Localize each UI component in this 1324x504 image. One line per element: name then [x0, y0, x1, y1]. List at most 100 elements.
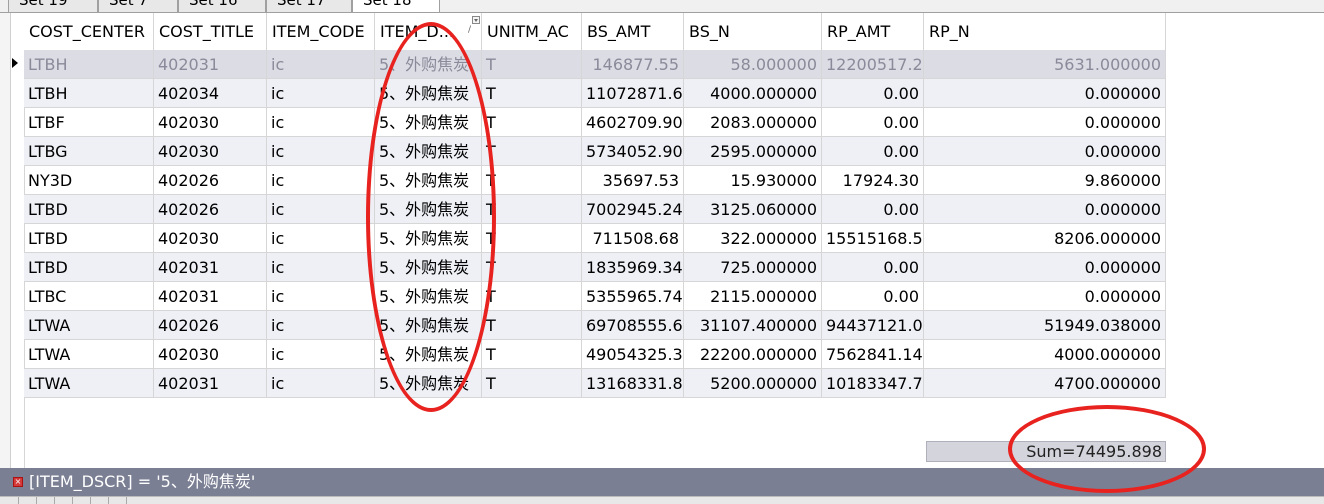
cell-bs-amt[interactable]: 13168331.84: [582, 369, 684, 398]
cell-cost-title[interactable]: 402034: [154, 79, 267, 108]
cell-cost-center[interactable]: LTBD: [24, 253, 154, 282]
cell-bs-n[interactable]: 2115.000000: [684, 282, 822, 311]
cell-rp-amt[interactable]: 0.00: [822, 108, 924, 137]
cell-bs-amt[interactable]: 711508.68: [582, 224, 684, 253]
cell-item-code[interactable]: ic: [267, 369, 375, 398]
table-row[interactable]: LTBD 402031 ic 5、外购焦炭 T 1835969.34 725.000000 0…: [24, 253, 1166, 282]
cell-item-code[interactable]: ic: [267, 253, 375, 282]
cell-rp-amt[interactable]: 0.00: [822, 79, 924, 108]
cell-cost-center[interactable]: LTWA: [24, 340, 154, 369]
filter-expression[interactable]: [ITEM_DSCR] = '5、外购焦炭': [29, 468, 255, 496]
cell-item-code[interactable]: ic: [267, 224, 375, 253]
cell-bs-amt[interactable]: 4602709.90: [582, 108, 684, 137]
cell-rp-n[interactable]: 4700.000000: [924, 369, 1166, 398]
cell-item-code[interactable]: ic: [267, 166, 375, 195]
cell-unitm-ac[interactable]: T: [482, 340, 582, 369]
cell-bs-amt[interactable]: 5734052.90: [582, 137, 684, 166]
cell-item-code[interactable]: ic: [267, 195, 375, 224]
cell-bs-amt[interactable]: 69708555.63: [582, 311, 684, 340]
cell-cost-center[interactable]: LTBH: [24, 79, 154, 108]
col-header-rp-amt[interactable]: RP_AMT: [822, 13, 924, 50]
cell-cost-title[interactable]: 402026: [154, 166, 267, 195]
cell-rp-amt[interactable]: 10183347.76: [822, 369, 924, 398]
close-icon[interactable]: ×: [13, 477, 23, 487]
cell-bs-n[interactable]: 2083.000000: [684, 108, 822, 137]
cell-item-code[interactable]: ic: [267, 311, 375, 340]
cell-bs-n[interactable]: 725.000000: [684, 253, 822, 282]
cell-unitm-ac[interactable]: T: [482, 108, 582, 137]
cell-bs-amt[interactable]: 7002945.24: [582, 195, 684, 224]
cell-unitm-ac[interactable]: T: [482, 79, 582, 108]
cell-cost-center[interactable]: LTBD: [24, 224, 154, 253]
cell-rp-amt[interactable]: 0.00: [822, 195, 924, 224]
cell-unitm-ac[interactable]: T: [482, 137, 582, 166]
table-row[interactable]: LTBF 402030 ic 5、外购焦炭 T 4602709.90 2083.000000…: [24, 108, 1166, 137]
cell-rp-amt[interactable]: 15515168.58: [822, 224, 924, 253]
tab-set-7[interactable]: Set 7: [98, 0, 178, 12]
cell-cost-title[interactable]: 402030: [154, 108, 267, 137]
cell-cost-title[interactable]: 402026: [154, 195, 267, 224]
cell-cost-center[interactable]: LTBF: [24, 108, 154, 137]
cell-bs-n[interactable]: 58.000000: [684, 50, 822, 79]
cell-cost-title[interactable]: 402030: [154, 340, 267, 369]
table-row[interactable]: LTBG 402030 ic 5、外购焦炭 T 5734052.90 2595.000000…: [24, 137, 1166, 166]
cell-bs-n[interactable]: 5200.000000: [684, 369, 822, 398]
cell-bs-amt[interactable]: 49054325.37: [582, 340, 684, 369]
cell-bs-amt[interactable]: 11072871.68: [582, 79, 684, 108]
cell-item-code[interactable]: ic: [267, 50, 375, 79]
cell-rp-n[interactable]: 9.860000: [924, 166, 1166, 195]
cell-rp-n[interactable]: 0.000000: [924, 195, 1166, 224]
cell-rp-n[interactable]: 0.000000: [924, 137, 1166, 166]
cell-bs-n[interactable]: 322.000000: [684, 224, 822, 253]
cell-rp-n[interactable]: 8206.000000: [924, 224, 1166, 253]
table-row[interactable]: NY3D 402026 ic 5、外购焦炭 T 35697.53 15.930000 1792…: [24, 166, 1166, 195]
table-row[interactable]: LTWA 402030 ic 5、外购焦炭 T 49054325.37 22200.0000…: [24, 340, 1166, 369]
tab-set-16[interactable]: Set 16: [178, 0, 266, 12]
cell-cost-center[interactable]: LTWA: [24, 369, 154, 398]
cell-cost-title[interactable]: 402026: [154, 311, 267, 340]
cell-cost-center[interactable]: LTBD: [24, 195, 154, 224]
cell-rp-amt[interactable]: 0.00: [822, 282, 924, 311]
col-header-item-code[interactable]: ITEM_CODE: [267, 13, 375, 50]
cell-cost-title[interactable]: 402030: [154, 137, 267, 166]
cell-unitm-ac[interactable]: T: [482, 195, 582, 224]
cell-rp-amt[interactable]: 7562841.14: [822, 340, 924, 369]
tab-set-18[interactable]: Set 18: [352, 0, 440, 12]
cell-rp-n[interactable]: 0.000000: [924, 253, 1166, 282]
table-row[interactable]: LTBH 402034 ic 5、外购焦炭 T 11072871.68 4000.00000…: [24, 79, 1166, 108]
cell-unitm-ac[interactable]: T: [482, 253, 582, 282]
cell-item-code[interactable]: ic: [267, 137, 375, 166]
cell-rp-amt[interactable]: 0.00: [822, 253, 924, 282]
cell-rp-amt[interactable]: 94437121.06: [822, 311, 924, 340]
cell-rp-n[interactable]: 5631.000000: [924, 50, 1166, 79]
table-row[interactable]: LTWA 402026 ic 5、外购焦炭 T 69708555.63 31107.4000…: [24, 311, 1166, 340]
cell-unitm-ac[interactable]: T: [482, 369, 582, 398]
filter-dropdown-icon[interactable]: [472, 16, 480, 24]
cell-cost-title[interactable]: 402031: [154, 282, 267, 311]
col-header-bs-n[interactable]: BS_N: [684, 13, 822, 50]
cell-rp-n[interactable]: 0.000000: [924, 79, 1166, 108]
table-row[interactable]: LTBC 402031 ic 5、外购焦炭 T 5355965.74 2115.000000…: [24, 282, 1166, 311]
table-row[interactable]: LTBD 402026 ic 5、外购焦炭 T 7002945.24 3125.060000…: [24, 195, 1166, 224]
cell-rp-n[interactable]: 0.000000: [924, 282, 1166, 311]
cell-bs-amt[interactable]: 146877.55: [582, 50, 684, 79]
cell-bs-n[interactable]: 4000.000000: [684, 79, 822, 108]
table-row[interactable]: LTBD 402030 ic 5、外购焦炭 T 711508.68 322.000000 15…: [24, 224, 1166, 253]
cell-item-code[interactable]: ic: [267, 108, 375, 137]
cell-bs-amt[interactable]: 35697.53: [582, 166, 684, 195]
cell-cost-title[interactable]: 402031: [154, 50, 267, 79]
cell-bs-n[interactable]: 15.930000: [684, 166, 822, 195]
cell-rp-n[interactable]: 4000.000000: [924, 340, 1166, 369]
col-header-bs-amt[interactable]: BS_AMT: [582, 13, 684, 50]
cell-bs-n[interactable]: 31107.400000: [684, 311, 822, 340]
cell-bs-n[interactable]: 3125.060000: [684, 195, 822, 224]
cell-rp-amt[interactable]: 0.00: [822, 137, 924, 166]
cell-cost-center[interactable]: LTBG: [24, 137, 154, 166]
cell-unitm-ac[interactable]: T: [482, 311, 582, 340]
cell-bs-amt[interactable]: 5355965.74: [582, 282, 684, 311]
col-header-unitm-ac[interactable]: UNITM_AC: [482, 13, 582, 50]
cell-cost-title[interactable]: 402030: [154, 224, 267, 253]
col-header-cost-center[interactable]: COST_CENTER: [24, 13, 154, 50]
cell-item-code[interactable]: ic: [267, 340, 375, 369]
cell-unitm-ac[interactable]: T: [482, 282, 582, 311]
